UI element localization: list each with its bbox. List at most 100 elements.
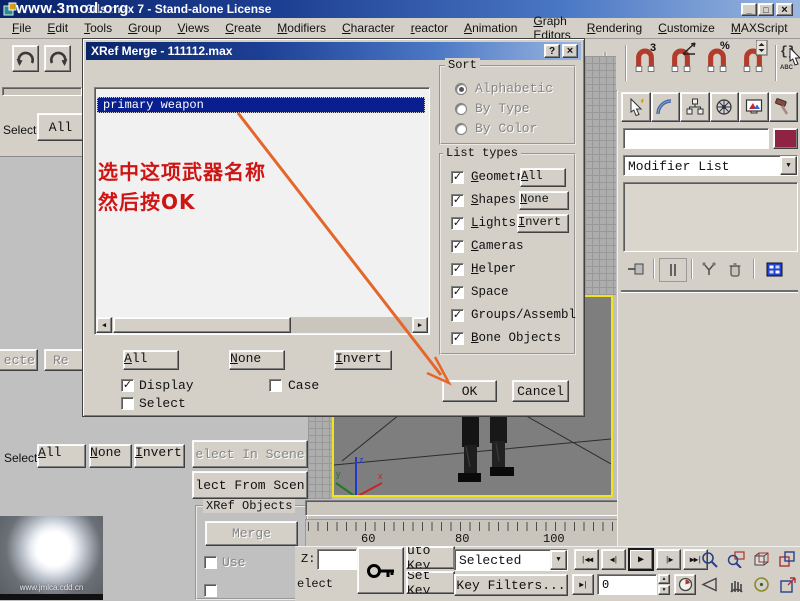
timeline-ruler[interactable]: 60 80 100 (305, 519, 624, 548)
case-checkbox[interactable] (269, 379, 282, 392)
undo-button[interactable] (12, 45, 39, 72)
tab-hierarchy[interactable] (680, 92, 710, 122)
left-viewport-grid[interactable] (308, 415, 332, 499)
bone-objects-checkbox[interactable] (451, 332, 464, 345)
cancel-button[interactable]: Cancel (512, 380, 569, 402)
zoom-all-button[interactable] (723, 548, 748, 571)
list-item-selected[interactable]: primary weapon (97, 97, 425, 113)
redo-button[interactable] (44, 45, 71, 72)
modifier-list-dropdown[interactable]: Modifier List ▼ (623, 155, 798, 176)
field-of-view-button[interactable] (697, 573, 722, 596)
play-button[interactable]: ▶ (628, 548, 654, 571)
menu-group[interactable]: Group (120, 21, 169, 35)
scroll-thumb[interactable] (113, 317, 291, 333)
min-max-toggle-button[interactable] (775, 573, 800, 596)
dialog-title-bar[interactable]: XRef Merge - 111112.max ? × (86, 42, 581, 60)
modifier-stack-list[interactable] (623, 182, 798, 252)
scene-all-button[interactable]: All (37, 444, 86, 468)
use-checkbox[interactable] (204, 556, 217, 569)
selected-filter-dropdown[interactable]: Selected ▼ (454, 549, 568, 571)
cameras-checkbox[interactable] (451, 240, 464, 253)
object-name-field[interactable] (623, 128, 769, 149)
remove-modifier-button[interactable] (723, 258, 747, 280)
dropdown-arrow-icon[interactable]: ▼ (550, 550, 567, 570)
menu-reactor[interactable]: reactor (403, 21, 456, 35)
partial-button-ecte[interactable]: ecte (0, 349, 38, 371)
scroll-right-icon[interactable]: ▶ (412, 317, 428, 333)
sort-by-color-radio[interactable] (455, 123, 467, 135)
types-all-button[interactable]: All (520, 168, 566, 187)
angle-snap-icon[interactable] (668, 46, 700, 78)
named-selection-sets-icon[interactable]: {} ABC (780, 44, 800, 82)
lights-checkbox[interactable] (451, 217, 464, 230)
zoom-extents-all-button[interactable] (775, 548, 800, 571)
shapes-checkbox[interactable] (451, 194, 464, 207)
key-filters-button[interactable]: Key Filters... (454, 574, 568, 596)
percent-snap-icon[interactable]: % (704, 46, 736, 78)
key-mode-toggle[interactable]: ▶| (572, 574, 594, 595)
menu-modifiers[interactable]: Modifiers (269, 21, 334, 35)
menu-maxscript[interactable]: MAXScript (723, 21, 796, 35)
sort-alphabetic-radio[interactable] (455, 83, 467, 95)
menu-file[interactable]: File (4, 21, 39, 35)
tab-utilities[interactable] (769, 92, 799, 122)
menu-tools[interactable]: Tools (76, 21, 120, 35)
previous-frame-button[interactable]: ◀| (601, 549, 626, 570)
top-viewport-grid[interactable] (585, 56, 616, 295)
dialog-close-icon[interactable]: × (562, 44, 578, 58)
all-button[interactable]: All (123, 350, 179, 370)
set-key-button[interactable]: Set Key (406, 571, 455, 594)
spinner-snap-icon[interactable] (740, 46, 772, 78)
select-from-scene-button[interactable]: lect From Scen (192, 471, 308, 499)
merge-button[interactable]: Merge (205, 521, 298, 546)
pin-stack-button[interactable] (623, 258, 649, 280)
groups-checkbox[interactable] (451, 309, 464, 322)
menu-rendering[interactable]: Rendering (579, 21, 650, 35)
go-to-start-button[interactable]: |◀◀ (574, 549, 599, 570)
current-frame-field[interactable] (599, 576, 656, 593)
spinner-down-icon[interactable]: ▼ (658, 585, 670, 595)
time-configuration-button[interactable] (674, 574, 696, 595)
maximize-icon[interactable]: □ (758, 3, 774, 16)
auto-key-button[interactable]: uto Key (406, 546, 455, 569)
zoom-button[interactable] (697, 548, 722, 571)
xref-object-list[interactable]: primary weapon 选中这项武器名称 然后按OK ◀ ▶ (94, 87, 430, 335)
modifier-dropdown-arrow-icon[interactable]: ▼ (780, 156, 797, 175)
object-color-swatch[interactable] (773, 128, 798, 149)
types-none-button[interactable]: None (519, 191, 569, 210)
ok-button[interactable]: OK (442, 380, 497, 402)
arc-rotate-button[interactable] (749, 573, 774, 596)
next-frame-button[interactable]: |▶ (656, 549, 681, 570)
tab-display[interactable] (739, 92, 769, 122)
invert-button[interactable]: Invert (334, 350, 392, 370)
pan-button[interactable] (723, 573, 748, 596)
frame-spinner[interactable]: ▲ ▼ (658, 574, 670, 595)
select-checkbox[interactable] (121, 397, 134, 410)
tab-modify[interactable] (651, 92, 681, 122)
scene-none-button[interactable]: None (89, 444, 132, 468)
menu-customize[interactable]: Customize (650, 21, 723, 35)
display-checkbox[interactable] (121, 379, 134, 392)
tab-motion[interactable] (710, 92, 740, 122)
time-slider-track[interactable] (305, 500, 622, 516)
snap-toggle-3d-icon[interactable]: 3 (632, 46, 664, 78)
dialog-help-icon[interactable]: ? (544, 44, 560, 58)
menu-help[interactable]: Help (796, 21, 800, 35)
scroll-left-icon[interactable]: ◀ (96, 317, 112, 333)
menu-create[interactable]: Create (217, 21, 269, 35)
close-icon[interactable]: × (776, 3, 793, 16)
helper-checkbox[interactable] (451, 263, 464, 276)
menu-views[interactable]: Views (169, 21, 217, 35)
configure-modifier-sets-button[interactable] (761, 258, 787, 280)
none-button[interactable]: None (229, 350, 285, 370)
menu-animation[interactable]: Animation (456, 21, 525, 35)
types-invert-button[interactable]: Invert (517, 214, 569, 233)
tab-create[interactable] (621, 92, 651, 122)
select-in-scene-button[interactable]: elect In Scene (192, 440, 308, 468)
scene-invert-button[interactable]: Invert (134, 444, 185, 468)
geometry-checkbox[interactable] (451, 171, 464, 184)
list-hscrollbar[interactable]: ◀ ▶ (96, 317, 428, 333)
toolbar-scroll-strip[interactable] (2, 87, 82, 96)
spinner-up-icon[interactable]: ▲ (658, 574, 670, 584)
sort-by-type-radio[interactable] (455, 103, 467, 115)
